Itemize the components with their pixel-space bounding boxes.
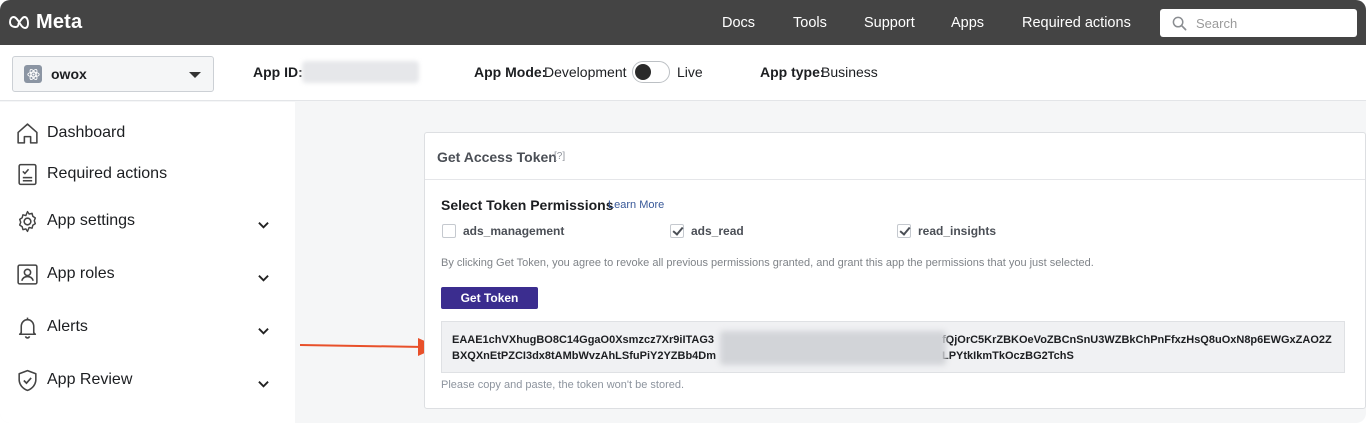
sidebar-item-label: App settings xyxy=(47,212,136,229)
sidebar-item-label: Alerts xyxy=(47,318,88,335)
checkbox-checked[interactable] xyxy=(670,224,684,238)
sidebar-item-label: App Review xyxy=(47,371,133,388)
permission-read-insights[interactable]: read_insights xyxy=(897,224,996,238)
sidebar-item-alerts[interactable]: Alerts xyxy=(15,313,277,341)
app-mode-value: Development xyxy=(544,64,627,80)
app-bar: owox App ID: App Mode: Development Live … xyxy=(0,45,1366,101)
app-selector-dropdown[interactable]: owox xyxy=(12,56,214,92)
permission-label: read_insights xyxy=(918,224,997,238)
bell-icon xyxy=(18,317,37,339)
checkbox-checked[interactable] xyxy=(897,224,911,238)
atom-icon xyxy=(26,68,40,80)
nav-apps[interactable]: Apps xyxy=(951,15,984,31)
app-id-label: App ID: xyxy=(253,64,303,80)
brand-name: Meta xyxy=(36,10,83,33)
app-type-label: App type: xyxy=(760,64,825,80)
card-header: Get Access Token [?] xyxy=(425,133,1365,180)
app-name: owox xyxy=(51,66,87,82)
copy-note: Please copy and paste, the token won't b… xyxy=(441,379,685,391)
token-redaction-blur xyxy=(720,331,946,365)
live-label: Live xyxy=(677,64,703,80)
app-mode-toggle[interactable] xyxy=(632,61,670,83)
shield-check-icon xyxy=(18,369,37,391)
meta-infinity-icon xyxy=(9,16,29,29)
user-id-icon xyxy=(17,263,38,285)
token-line-1-end: fQjOrC5KrZBKOeVoZBCnSnU3WZBkChPnFfxzHsQ8… xyxy=(942,334,1332,346)
chevron-down-icon xyxy=(258,269,269,282)
app-window: Meta Docs Tools Support Apps Required ac… xyxy=(0,0,1366,423)
nav-support[interactable]: Support xyxy=(864,15,915,31)
sidebar-item-label: App roles xyxy=(47,265,115,282)
sidebar-item-dashboard[interactable]: Dashboard xyxy=(15,119,277,147)
search-placeholder: Search xyxy=(1196,15,1238,31)
token-line-2-end: LPYtkIkmTkOczBG2TchS xyxy=(942,350,1074,362)
learn-more-link[interactable]: Learn More xyxy=(608,199,664,211)
search-input[interactable]: Search xyxy=(1160,9,1357,37)
get-token-button[interactable]: Get Token xyxy=(441,287,538,309)
nav-docs[interactable]: Docs xyxy=(722,15,755,31)
sidebar-item-app-review[interactable]: App Review xyxy=(15,366,277,394)
permission-label: ads_read xyxy=(691,224,744,238)
app-id-value-redacted xyxy=(302,61,419,83)
nav-tools[interactable]: Tools xyxy=(793,15,827,31)
checkbox-unchecked[interactable] xyxy=(442,224,456,238)
access-token-field[interactable]: EAAE1chVXhugBO8C14GgaO0Xsmzcz7Xr9iITAG3 … xyxy=(441,321,1345,373)
permissions-title: Select Token Permissions xyxy=(441,197,614,213)
chevron-down-icon xyxy=(258,216,269,229)
sidebar-item-label: Dashboard xyxy=(47,124,126,141)
sidebar-item-app-settings[interactable]: App settings xyxy=(15,207,277,235)
caret-down-icon xyxy=(189,72,201,78)
sidebar: Dashboard Required actions App settings xyxy=(0,102,295,423)
meta-logo[interactable]: Meta xyxy=(8,10,82,34)
top-bar: Meta Docs Tools Support Apps Required ac… xyxy=(0,0,1366,45)
search-icon xyxy=(1172,16,1187,30)
sidebar-item-label: Required actions xyxy=(47,165,168,182)
sidebar-item-required-actions[interactable]: Required actions xyxy=(15,160,277,188)
token-line-1-start: EAAE1chVXhugBO8C14GgaO0Xsmzcz7Xr9iITAG3 xyxy=(452,334,715,346)
checklist-icon xyxy=(18,163,37,185)
chevron-down-icon xyxy=(258,322,269,335)
consent-text: By clicking Get Token, you agree to revo… xyxy=(441,257,1094,269)
app-icon xyxy=(24,65,42,83)
arrow-annotation-icon xyxy=(300,338,438,356)
token-line-2-start: BXQXnEtPZCI3dx8tAMbWvzAhLSfuPiY2YZBb4Dm xyxy=(452,350,717,362)
permission-ads-management[interactable]: ads_management xyxy=(442,224,564,238)
card-title: Get Access Token xyxy=(437,149,557,165)
home-icon xyxy=(17,122,38,144)
permission-ads-read[interactable]: ads_read xyxy=(670,224,744,238)
chevron-down-icon xyxy=(258,375,269,388)
permission-label: ads_management xyxy=(463,224,565,238)
gear-icon xyxy=(18,210,37,232)
nav-required-actions[interactable]: Required actions xyxy=(1022,15,1131,31)
get-access-token-card: Get Access Token [?] Select Token Permis… xyxy=(424,132,1366,409)
sidebar-item-app-roles[interactable]: App roles xyxy=(15,260,277,288)
app-mode-label: App Mode: xyxy=(474,64,547,80)
app-type-value: Business xyxy=(821,64,878,80)
toggle-knob xyxy=(635,64,651,80)
help-link[interactable]: [?] xyxy=(554,151,565,162)
